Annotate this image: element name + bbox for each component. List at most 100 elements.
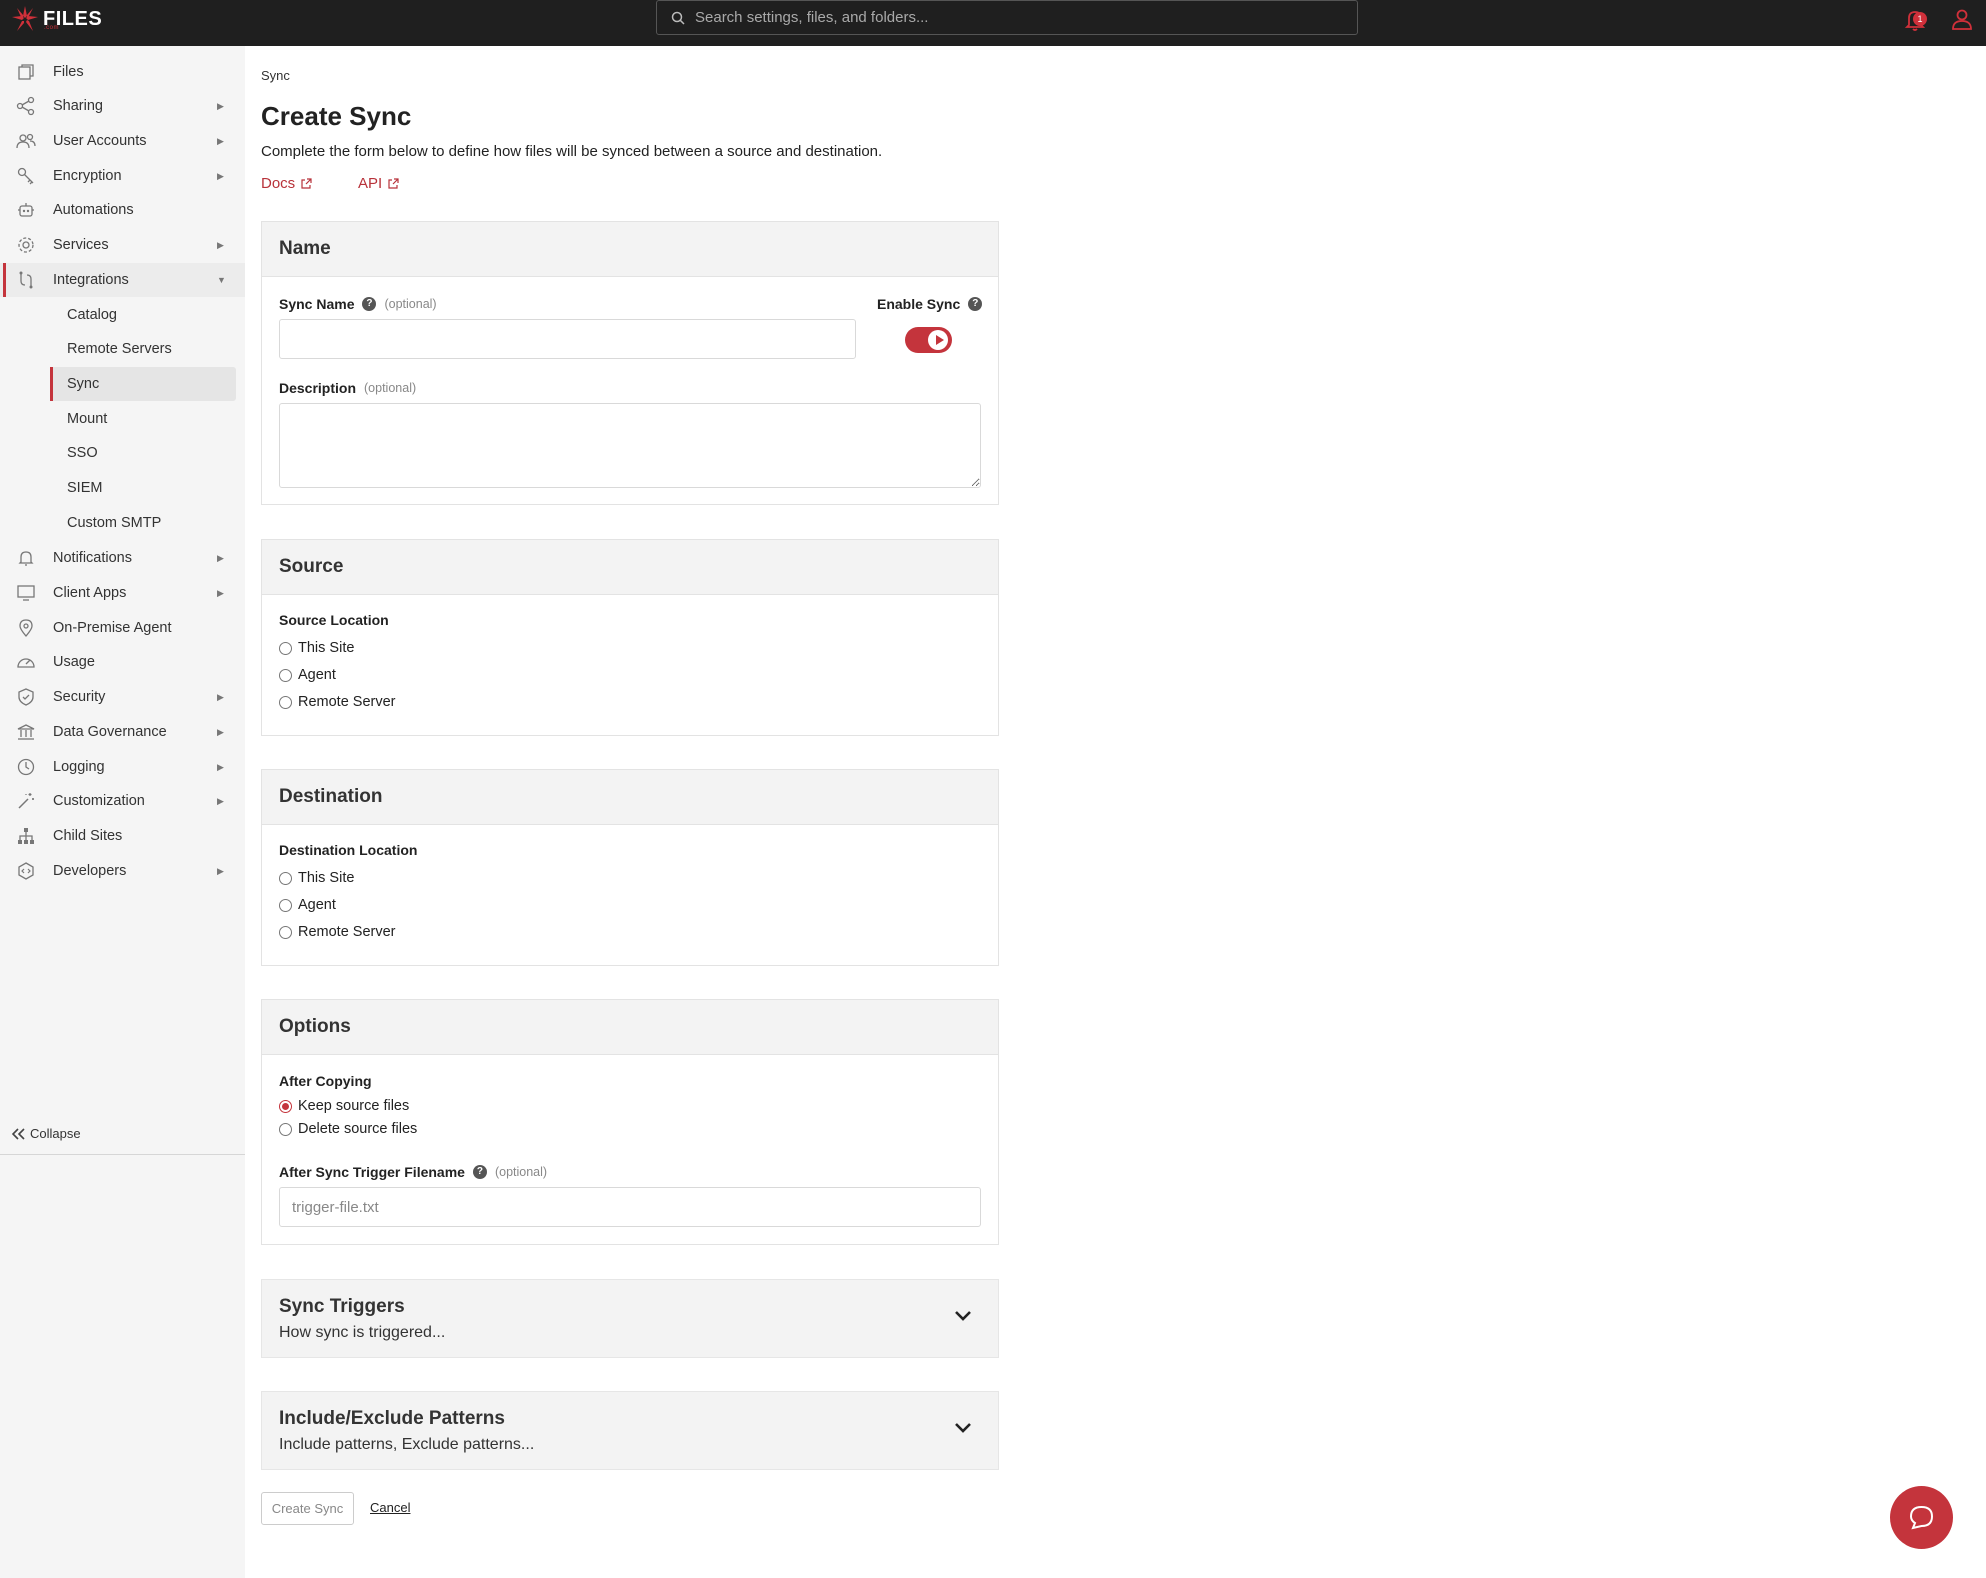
magic-wand-icon xyxy=(18,793,34,809)
sidebar-subitem-label: Remote Servers xyxy=(67,341,172,357)
enable-sync-toggle[interactable] xyxy=(905,327,952,353)
sidebar-subitem-sync[interactable]: Sync xyxy=(50,367,236,401)
search-input[interactable] xyxy=(695,1,1345,34)
enable-sync-label: Enable Sync ? xyxy=(877,296,983,312)
sidebar-item-label: Client Apps xyxy=(53,585,127,601)
radio-button-checked[interactable] xyxy=(279,1099,292,1113)
radio-button[interactable] xyxy=(279,898,292,912)
source-heading: Source xyxy=(279,556,344,577)
radio-label: Agent xyxy=(298,897,336,913)
radio-button[interactable] xyxy=(279,695,292,709)
sidebar-item-usage[interactable]: Usage xyxy=(0,645,245,679)
caret-right-icon: ▶ xyxy=(217,587,224,598)
integrations-icon xyxy=(19,271,33,289)
sidebar-item-user-accounts[interactable]: User Accounts ▶ xyxy=(0,124,245,158)
user-account-icon[interactable] xyxy=(1950,7,1974,31)
sidebar-item-developers[interactable]: Developers ▶ xyxy=(0,854,245,888)
caret-right-icon: ▶ xyxy=(217,100,224,111)
cancel-link[interactable]: Cancel xyxy=(370,1500,410,1515)
breadcrumb[interactable]: Sync xyxy=(261,68,290,83)
sidebar-subitem-catalog[interactable]: Catalog xyxy=(50,298,236,332)
sidebar-item-sharing[interactable]: Sharing ▶ xyxy=(0,89,245,123)
sidebar-subitem-sso[interactable]: SSO xyxy=(50,436,236,470)
sidebar-item-client-apps[interactable]: Client Apps ▶ xyxy=(0,576,245,610)
destination-option-this-site[interactable]: This Site xyxy=(279,870,354,886)
sync-triggers-summary: How sync is triggered... xyxy=(279,1324,446,1341)
caret-down-icon: ▼ xyxy=(217,275,226,285)
help-icon[interactable]: ? xyxy=(968,297,983,311)
code-icon xyxy=(18,862,34,880)
source-card-header: Source xyxy=(262,540,998,595)
optional-hint: (optional) xyxy=(364,381,417,395)
sidebar-item-label: Child Sites xyxy=(53,828,123,844)
double-chevron-left-icon xyxy=(12,1127,25,1140)
radio-label: Remote Server xyxy=(298,924,396,940)
radio-label: This Site xyxy=(298,870,355,886)
sidebar-item-security[interactable]: Security ▶ xyxy=(0,680,245,714)
radio-button[interactable] xyxy=(279,668,292,682)
create-sync-button[interactable]: Create Sync xyxy=(261,1492,354,1525)
sidebar-item-integrations[interactable]: Integrations ▼ xyxy=(0,263,245,297)
sync-triggers-section[interactable]: Sync Triggers How sync is triggered... xyxy=(261,1279,999,1358)
api-link[interactable]: API xyxy=(358,175,399,192)
help-icon[interactable]: ? xyxy=(362,297,377,311)
chevron-down-icon[interactable] xyxy=(954,1422,972,1434)
sidebar-item-child-sites[interactable]: Child Sites xyxy=(0,819,245,853)
sidebar-subitem-mount[interactable]: Mount xyxy=(50,402,236,436)
sync-triggers-heading: Sync Triggers xyxy=(279,1296,405,1317)
collapse-sidebar-button[interactable]: Collapse xyxy=(12,1126,81,1141)
sidebar-subitem-custom-smtp[interactable]: Custom SMTP xyxy=(50,506,236,540)
docs-link[interactable]: Docs xyxy=(261,175,312,192)
search-box[interactable] xyxy=(656,0,1358,35)
sidebar-subitem-siem[interactable]: SIEM xyxy=(50,471,236,505)
sidebar-item-logging[interactable]: Logging ▶ xyxy=(0,750,245,784)
destination-card: Destination Destination Location This Si… xyxy=(261,769,999,966)
name-card: Name Sync Name ? (optional) Enable Sync … xyxy=(261,221,999,505)
sidebar-item-files[interactable]: Files xyxy=(0,55,245,89)
source-location-label: Source Location xyxy=(279,612,389,628)
radio-label: Remote Server xyxy=(298,694,396,710)
sidebar-item-customization[interactable]: Customization ▶ xyxy=(0,784,245,818)
destination-location-label: Destination Location xyxy=(279,842,418,858)
option-delete-source-files[interactable]: Delete source files xyxy=(279,1121,417,1137)
description-textarea[interactable] xyxy=(279,403,981,488)
sidebar-item-automations[interactable]: Automations xyxy=(0,193,245,227)
radio-button[interactable] xyxy=(279,871,292,885)
source-option-remote-server[interactable]: Remote Server xyxy=(279,694,396,710)
destination-option-remote-server[interactable]: Remote Server xyxy=(279,924,396,940)
radio-label: Delete source files xyxy=(298,1121,418,1137)
help-chat-button[interactable] xyxy=(1890,1486,1953,1549)
caret-right-icon: ▶ xyxy=(217,761,224,772)
description-label: Description (optional) xyxy=(279,380,416,396)
sidebar-item-label: Developers xyxy=(53,863,127,879)
trigger-filename-input[interactable] xyxy=(279,1187,981,1227)
chevron-down-icon[interactable] xyxy=(954,1310,972,1322)
destination-option-agent[interactable]: Agent xyxy=(279,897,336,913)
sidebar-item-on-premise-agent[interactable]: On-Premise Agent xyxy=(0,611,245,645)
sidebar-item-label: User Accounts xyxy=(53,133,147,149)
sidebar-item-services[interactable]: Services ▶ xyxy=(0,228,245,262)
sidebar-item-label: Automations xyxy=(53,202,134,218)
caret-right-icon: ▶ xyxy=(217,726,224,737)
radio-button[interactable] xyxy=(279,925,292,939)
sidebar-item-data-governance[interactable]: Data Governance ▶ xyxy=(0,715,245,749)
option-keep-source-files[interactable]: Keep source files xyxy=(279,1098,409,1114)
files-icon xyxy=(18,64,34,80)
radio-button[interactable] xyxy=(279,641,292,655)
caret-right-icon: ▶ xyxy=(217,552,224,563)
patterns-summary: Include patterns, Exclude patterns... xyxy=(279,1436,535,1453)
sidebar-item-encryption[interactable]: Encryption ▶ xyxy=(0,159,245,193)
source-option-agent[interactable]: Agent xyxy=(279,667,336,683)
sidebar-subitem-remote-servers[interactable]: Remote Servers xyxy=(50,332,236,366)
source-option-this-site[interactable]: This Site xyxy=(279,640,354,656)
help-icon[interactable]: ? xyxy=(472,1165,487,1179)
radio-button[interactable] xyxy=(279,1122,292,1136)
trigger-filename-label: After Sync Trigger Filename ? (optional) xyxy=(279,1164,547,1180)
logo-star-icon xyxy=(12,6,38,31)
enable-sync-label-text: Enable Sync xyxy=(877,296,961,312)
radio-label: This Site xyxy=(298,640,355,656)
sidebar-item-notifications[interactable]: Notifications ▶ xyxy=(0,541,245,575)
include-exclude-patterns-section[interactable]: Include/Exclude Patterns Include pattern… xyxy=(261,1391,999,1470)
sync-name-input[interactable] xyxy=(279,319,856,359)
sidebar-item-label: Sharing xyxy=(53,98,103,114)
